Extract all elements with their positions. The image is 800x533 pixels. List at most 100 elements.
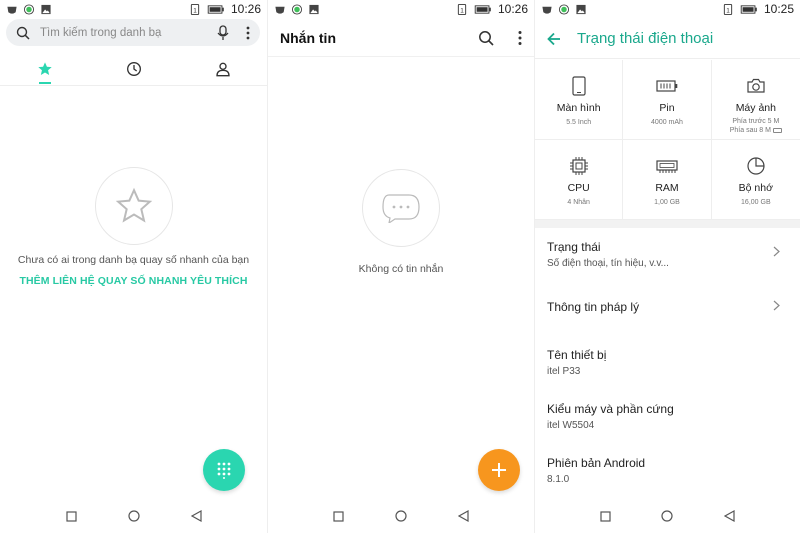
messaging-app-bar: Nhắn tin xyxy=(268,19,534,57)
nav-bar xyxy=(268,499,534,533)
spec-cell-camera: Máy ảnh Phía trước 5 M Phía sau 8 M xyxy=(711,60,800,140)
spec-label: Bộ nhớ xyxy=(738,182,773,194)
new-message-button[interactable] xyxy=(478,449,520,491)
clock-icon xyxy=(126,61,141,76)
list-item-title: Phiên bản Android xyxy=(547,456,646,470)
plus-icon xyxy=(492,463,506,477)
clock-time: 10:26 xyxy=(497,2,528,16)
sim-icon: 1 xyxy=(190,3,200,15)
notification-icon xyxy=(542,6,552,14)
storage-icon xyxy=(747,157,765,175)
list-item-subtitle: itel W5504 xyxy=(547,420,595,431)
page-title: Nhắn tin xyxy=(280,29,336,46)
recents-nav-icon[interactable] xyxy=(65,510,77,522)
search-bar[interactable]: Tìm kiếm trong danh bạ xyxy=(6,19,260,46)
status-bar: 1 10:26 xyxy=(268,0,534,18)
battery-status-icon xyxy=(207,4,224,14)
more-vert-icon[interactable] xyxy=(518,30,522,46)
star-icon xyxy=(37,61,52,75)
spec-cell-screen: Màn hình 5.5 Inch xyxy=(535,60,624,140)
spec-value: 5.5 Inch xyxy=(566,119,592,126)
microphone-icon[interactable] xyxy=(216,24,230,41)
list-item-status[interactable]: Trạng thái Số điện thoại, tín hiệu, v.v.… xyxy=(535,228,800,282)
chat-bubble-icon xyxy=(382,194,420,223)
list-item-legal[interactable]: Thông tin pháp lý xyxy=(535,282,800,336)
battery-icon xyxy=(656,80,678,92)
home-nav-icon[interactable] xyxy=(661,510,674,522)
battery-status-icon xyxy=(740,4,757,14)
spec-cell-cpu: CPU 4 Nhân xyxy=(535,140,624,220)
battery-status-icon xyxy=(474,4,491,14)
nav-bar xyxy=(535,499,800,533)
spec-label: Pin xyxy=(659,102,675,114)
list-item-model[interactable]: Kiểu máy và phần cứng itel W5504 xyxy=(535,390,800,444)
nav-bar xyxy=(0,499,267,533)
rear-camera-text: Phía sau 8 M xyxy=(729,127,771,134)
home-nav-icon[interactable] xyxy=(127,510,140,522)
phone-status-screen: 1 10:25 Trạng thái điện thoại Màn hình 5… xyxy=(534,0,800,533)
add-favorite-link[interactable]: THÊM LIÊN HỆ QUAY SỐ NHANH YÊU THÍCH xyxy=(0,275,267,287)
sim-icon: 1 xyxy=(723,3,733,15)
dialpad-button[interactable] xyxy=(203,449,245,491)
image-icon xyxy=(576,4,586,14)
empty-favorites-message: Chưa có ai trong danh bạ quay số nhanh c… xyxy=(17,254,250,266)
spec-value: 1,00 GB xyxy=(654,199,680,206)
spec-label: CPU xyxy=(567,182,590,194)
cpu-icon xyxy=(569,157,588,175)
clock-time: 10:26 xyxy=(230,2,261,16)
list-item-subtitle: itel P33 xyxy=(547,366,581,377)
list-item-subtitle: Số điện thoại, tín hiệu, v.v... xyxy=(547,258,669,269)
search-input[interactable]: Tìm kiếm trong danh bạ xyxy=(40,27,216,39)
list-item-android-version[interactable]: Phiên bản Android 8.1.0 xyxy=(535,444,800,498)
chevron-right-icon xyxy=(773,300,780,311)
back-nav-icon[interactable] xyxy=(457,510,469,522)
spec-cell-battery: Pin 4000 mAh xyxy=(623,60,712,140)
search-icon xyxy=(16,26,30,40)
back-nav-icon[interactable] xyxy=(723,510,735,522)
image-icon xyxy=(309,4,319,14)
search-icon[interactable] xyxy=(478,30,494,46)
messaging-screen: 1 10:26 Nhắn tin Không có tin nhắn xyxy=(267,0,534,533)
camera-badge-icon xyxy=(772,127,782,133)
section-divider xyxy=(535,220,800,228)
recents-nav-icon[interactable] xyxy=(600,510,611,522)
hardware-spec-grid: Màn hình 5.5 Inch Pin 4000 mAh Máy ảnh P… xyxy=(535,60,800,220)
dialer-screen: 1 10:26 Tìm kiếm trong danh bạ Chưa có a… xyxy=(0,0,267,533)
home-nav-icon[interactable] xyxy=(395,510,407,522)
dialpad-icon xyxy=(217,462,231,479)
star-outline-icon xyxy=(115,187,153,223)
spec-cell-ram: RAM 1,00 GB xyxy=(623,140,712,220)
chevron-right-icon xyxy=(773,246,780,257)
spec-value-rear: Phía sau 8 M xyxy=(730,126,782,135)
tab-recents[interactable] xyxy=(89,52,178,85)
list-item-title: Trạng thái xyxy=(547,240,601,254)
ram-icon xyxy=(656,160,678,173)
more-vert-icon[interactable] xyxy=(246,26,250,40)
svg-text:1: 1 xyxy=(726,7,730,14)
spec-value-front: Phía trước 5 M xyxy=(732,118,780,125)
list-item-device-name[interactable]: Tên thiết bị itel P33 xyxy=(535,336,800,390)
svg-text:1: 1 xyxy=(193,7,197,14)
green-dot-icon xyxy=(23,3,35,15)
back-arrow-icon[interactable] xyxy=(547,32,561,46)
tab-favorites[interactable] xyxy=(0,52,89,85)
svg-text:1: 1 xyxy=(460,7,464,14)
list-item-title: Tên thiết bị xyxy=(547,348,607,362)
empty-messages-text: Không có tin nhắn xyxy=(358,263,444,275)
green-dot-icon xyxy=(291,3,303,15)
recents-nav-icon[interactable] xyxy=(333,510,344,522)
dialer-tabs xyxy=(0,52,267,86)
status-bar: 1 10:26 xyxy=(0,0,267,18)
page-title: Trạng thái điện thoại xyxy=(577,30,714,47)
spec-value: 4000 mAh xyxy=(651,119,683,126)
tab-contacts[interactable] xyxy=(178,52,267,85)
notification-icon xyxy=(7,6,17,14)
spec-cell-storage: Bộ nhớ 16,00 GB xyxy=(711,140,800,220)
list-item-subtitle: 8.1.0 xyxy=(547,474,570,485)
sim-icon: 1 xyxy=(457,3,467,15)
notification-icon xyxy=(275,6,285,14)
green-dot-icon xyxy=(558,3,570,15)
clock-time: 10:25 xyxy=(763,2,794,16)
phone-icon xyxy=(572,76,586,96)
back-nav-icon[interactable] xyxy=(190,510,202,522)
